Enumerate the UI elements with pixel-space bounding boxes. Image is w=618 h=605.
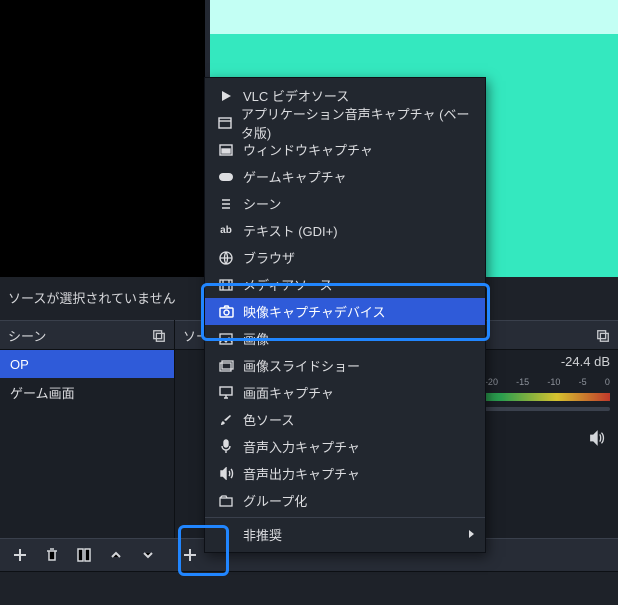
scenes-panel: シーン OP ゲーム画面 <box>0 320 175 538</box>
menu-label: ウィンドウキャプチャ <box>243 140 373 159</box>
add-source-button[interactable] <box>176 542 204 568</box>
scenes-title: シーン <box>8 326 46 345</box>
menu-label: 画像 <box>243 329 269 348</box>
monitor-icon <box>215 386 237 399</box>
window-icon <box>215 143 237 157</box>
mic-icon <box>215 439 237 454</box>
menu-item-app-window[interactable]: アプリケーション音声キャプチャ (ベータ版) <box>205 109 485 136</box>
menu-item-picture[interactable]: 画像 <box>205 325 485 352</box>
menu-item-slides[interactable]: 画像スライドショー <box>205 352 485 379</box>
menu-item-speaker[interactable]: 音声出力キャプチャ <box>205 460 485 487</box>
scene-item-op[interactable]: OP <box>0 350 174 378</box>
menu-label: 映像キャプチャデバイス <box>243 302 385 321</box>
scenes-header[interactable]: シーン <box>0 320 174 350</box>
scene-item-game[interactable]: ゲーム画面 <box>0 378 174 406</box>
menu-label: メディアソース <box>243 275 332 294</box>
move-up-button[interactable] <box>102 542 130 568</box>
add-source-menu: VLC ビデオソースアプリケーション音声キャプチャ (ベータ版) ウィンドウキャプ… <box>204 77 486 553</box>
delete-scene-button[interactable] <box>38 542 66 568</box>
menu-label: 音声入力キャプチャ <box>243 437 360 456</box>
vu-tick: -10 <box>547 377 560 389</box>
menu-item-list[interactable]: シーン <box>205 190 485 217</box>
menu-label: 色ソース <box>243 410 294 429</box>
list-icon <box>215 197 237 211</box>
menu-separator <box>205 517 485 518</box>
scene-list: OP ゲーム画面 <box>0 350 174 538</box>
menu-item-mic[interactable]: 音声入力キャプチャ <box>205 433 485 460</box>
folder-group-icon <box>215 495 237 507</box>
menu-item-globe[interactable]: ブラウザ <box>205 244 485 271</box>
menu-item-film[interactable]: メディアソース <box>205 271 485 298</box>
menu-label: ゲームキャプチャ <box>243 167 346 186</box>
app-window-icon <box>215 116 235 130</box>
slides-icon <box>215 360 237 372</box>
menu-label: 画像スライドショー <box>243 356 360 375</box>
chevron-right-icon <box>467 527 475 542</box>
menu-label: 非推奨 <box>243 525 282 544</box>
scene-label: ゲーム画面 <box>10 383 75 402</box>
vu-tick: 0 <box>605 377 610 389</box>
menu-item-deprecated[interactable]: 非推奨 <box>205 521 485 548</box>
preview-strip <box>210 0 618 34</box>
menu-item-folder-group[interactable]: グループ化 <box>205 487 485 514</box>
menu-label: VLC ビデオソース <box>243 86 349 105</box>
menu-item-text-ab[interactable]: ab テキスト (GDI+) <box>205 217 485 244</box>
vu-tick: -15 <box>516 377 529 389</box>
menu-label: テキスト (GDI+) <box>243 221 338 240</box>
gamepad-icon <box>215 171 237 183</box>
vu-tick: -20 <box>485 377 498 389</box>
detach-icon[interactable] <box>150 327 168 345</box>
scene-label: OP <box>10 357 29 372</box>
move-down-button[interactable] <box>134 542 162 568</box>
menu-item-monitor[interactable]: 画面キャプチャ <box>205 379 485 406</box>
menu-item-brush[interactable]: 色ソース <box>205 406 485 433</box>
menu-label: 音声出力キャプチャ <box>243 464 360 483</box>
film-icon <box>215 278 237 292</box>
menu-label: ブラウザ <box>243 248 295 267</box>
menu-item-camera[interactable]: 映像キャプチャデバイス <box>205 298 485 325</box>
menu-item-gamepad[interactable]: ゲームキャプチャ <box>205 163 485 190</box>
play-icon <box>215 89 237 103</box>
speaker-icon <box>215 467 237 480</box>
detach-icon[interactable] <box>594 327 612 345</box>
no-source-message: ソースが選択されていません <box>8 288 176 307</box>
camera-icon <box>215 305 237 318</box>
preview-black-region <box>0 0 205 277</box>
menu-label: シーン <box>243 194 281 213</box>
brush-icon <box>215 413 237 427</box>
mute-button[interactable] <box>584 427 610 449</box>
globe-icon <box>215 251 237 265</box>
menu-item-window[interactable]: ウィンドウキャプチャ <box>205 136 485 163</box>
add-scene-button[interactable] <box>6 542 34 568</box>
scene-filter-button[interactable] <box>70 542 98 568</box>
vu-tick: -5 <box>579 377 587 389</box>
picture-icon <box>215 333 237 345</box>
menu-label: グループ化 <box>243 491 307 510</box>
menu-label: 画面キャプチャ <box>243 383 334 402</box>
text-ab-icon: ab <box>215 225 237 236</box>
